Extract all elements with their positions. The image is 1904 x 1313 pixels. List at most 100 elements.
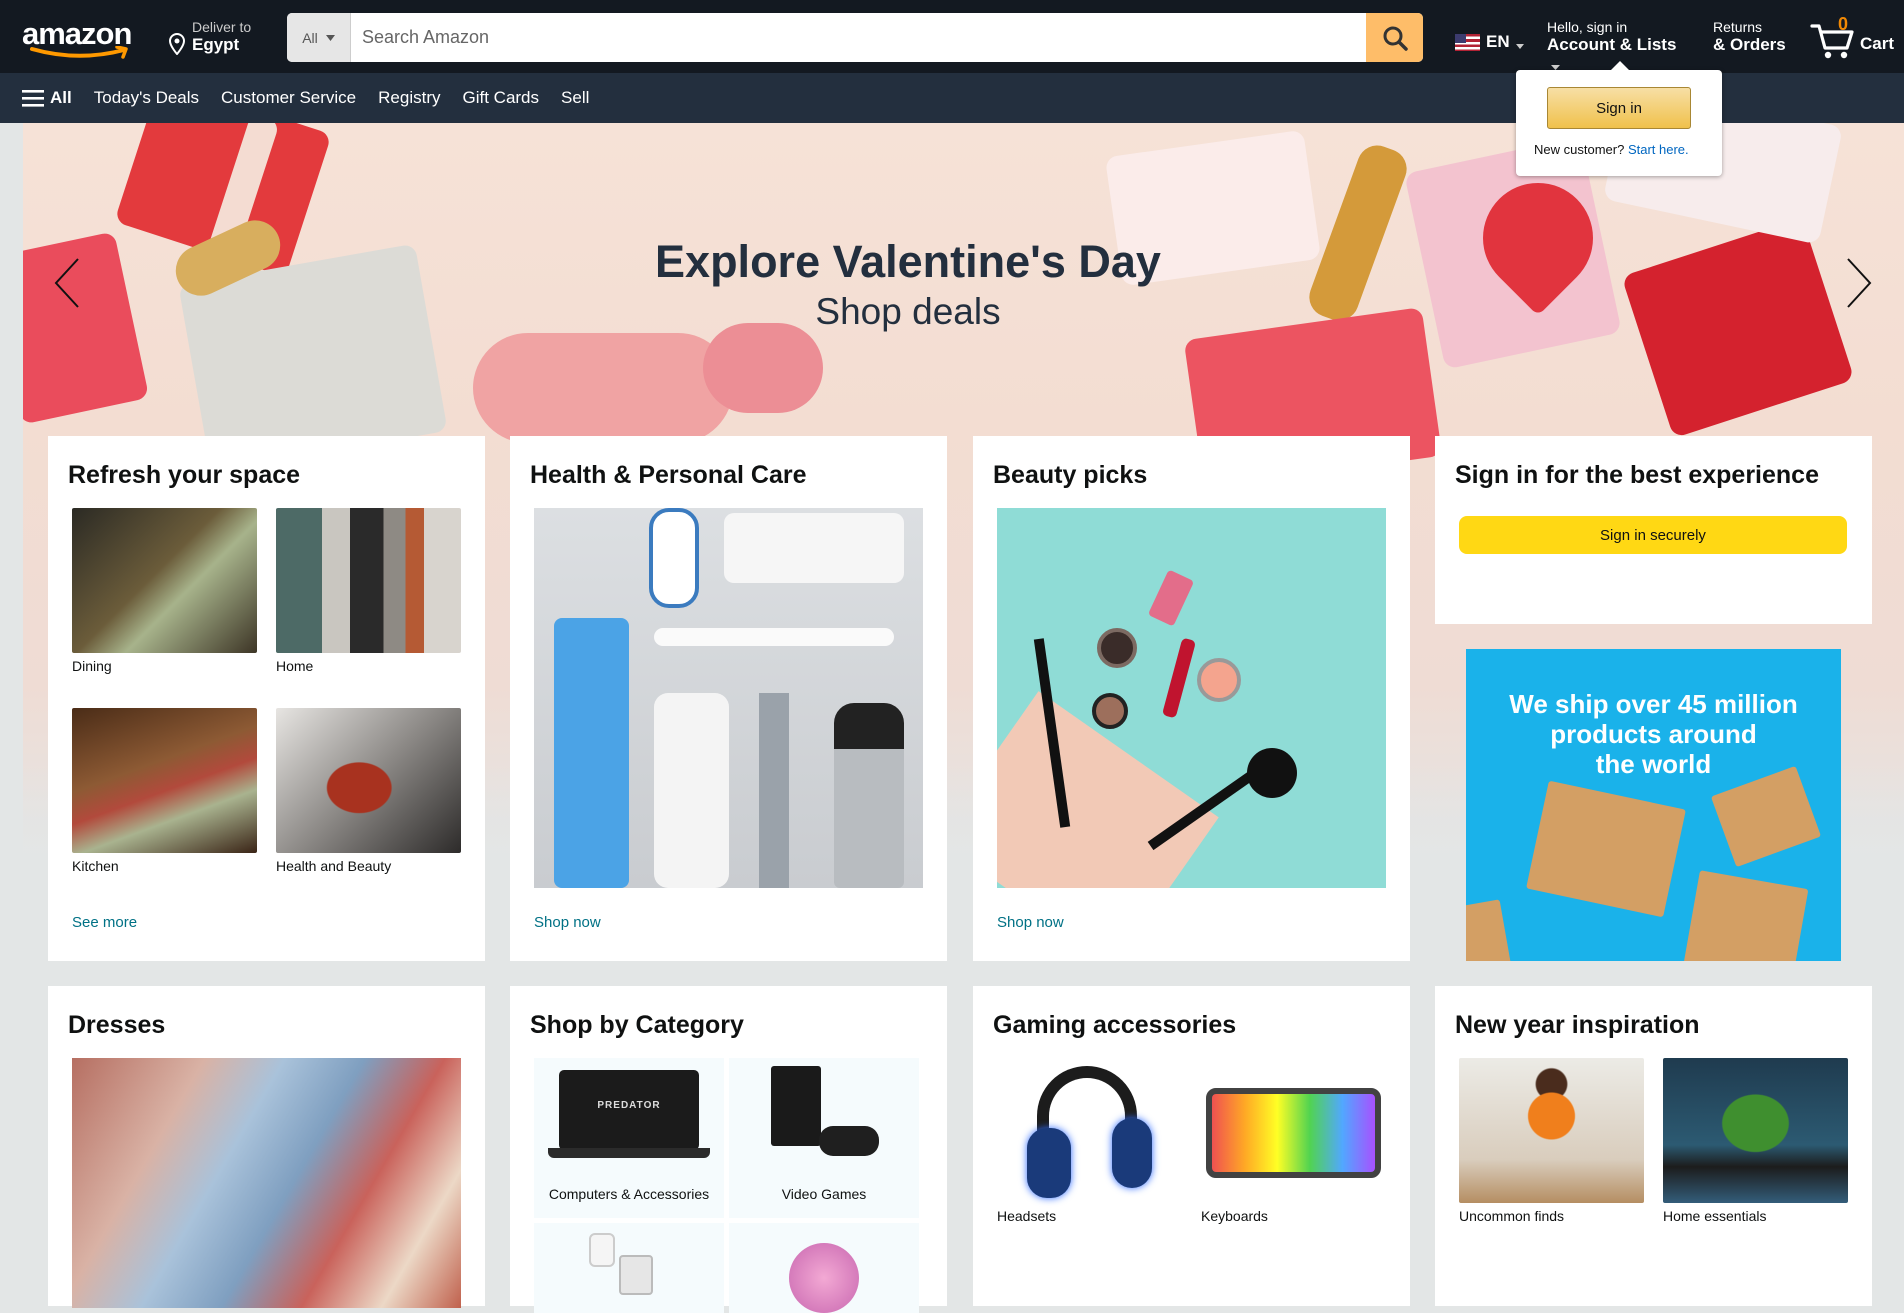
blush: [1197, 658, 1241, 702]
caret-down-icon: [1515, 43, 1524, 49]
beauty-products-image[interactable]: [997, 508, 1386, 888]
language-selector[interactable]: EN: [1455, 30, 1524, 54]
toy-ball-image: [789, 1243, 859, 1313]
tile-dining[interactable]: Dining: [72, 508, 257, 674]
tile-label: Uncommon finds: [1459, 1208, 1565, 1224]
start-here-link[interactable]: Start here.: [1628, 142, 1689, 157]
tile-label: Health and Beauty: [276, 858, 392, 874]
us-flag-icon: [1455, 33, 1480, 51]
health-products-image[interactable]: [534, 508, 923, 888]
console-image: [771, 1066, 821, 1146]
box-icon: [1683, 870, 1809, 961]
returns-label: Returns: [1713, 19, 1763, 35]
rgb-keys: [1206, 1088, 1381, 1178]
tile-health-and-beauty[interactable]: Health and Beauty: [276, 708, 461, 874]
search-icon: [1383, 26, 1408, 51]
sign-in-securely-button[interactable]: Sign in securely: [1459, 516, 1847, 554]
card-title: Gaming accessories: [993, 1011, 1237, 1039]
tube: [724, 513, 904, 583]
tile-keyboards[interactable]: Keyboards: [1201, 1058, 1386, 1224]
carousel-next-arrow-icon[interactable]: [1838, 253, 1878, 313]
search-input[interactable]: [351, 13, 1366, 62]
category-label: Video Games: [781, 1186, 867, 1202]
see-more-link[interactable]: See more: [72, 914, 137, 931]
card-beauty-picks: Beauty picks Shop now: [973, 436, 1410, 961]
tile-home[interactable]: Home: [276, 508, 461, 674]
search-bar: All: [287, 13, 1423, 62]
deliver-to[interactable]: Deliver to Egypt: [166, 19, 266, 59]
nail-polish: [1147, 569, 1195, 627]
category-video-games[interactable]: Video Games: [729, 1058, 919, 1218]
card-health-personal-care: Health & Personal Care Shop now: [510, 436, 947, 961]
tile-label: Kitchen: [72, 858, 119, 874]
box-icon: [1710, 765, 1822, 868]
cart-icon: [1810, 24, 1854, 59]
box-icon: [1526, 780, 1686, 918]
carousel-prev-arrow-icon[interactable]: [48, 253, 88, 313]
amazon-logo[interactable]: amazon: [22, 18, 146, 60]
tile-home-essentials[interactable]: Home essentials: [1663, 1058, 1848, 1224]
deliver-country: Egypt: [192, 35, 240, 54]
ship-line-2: products around: [1550, 719, 1757, 749]
laptop-brand-logo: PREDATOR: [597, 1100, 661, 1111]
lipstick: [1161, 637, 1197, 719]
card-title: Dresses: [68, 1011, 166, 1039]
box-icon: [1466, 899, 1512, 961]
laptop-base: [548, 1148, 710, 1158]
compact: [1097, 628, 1137, 668]
nav-registry[interactable]: Registry: [378, 88, 440, 108]
health-beauty-image: [276, 708, 461, 853]
hamburger-menu-icon: [22, 90, 44, 107]
category-baby[interactable]: [534, 1223, 724, 1313]
orders-label: & Orders: [1713, 35, 1786, 54]
hero-title: Explore Valentine's Day: [655, 236, 1161, 287]
razor: [759, 693, 789, 888]
shop-now-link[interactable]: Shop now: [534, 914, 601, 931]
ear-cup: [1112, 1118, 1152, 1188]
monitor-screen-image: [619, 1255, 653, 1295]
returns-orders[interactable]: Returns & Orders: [1713, 19, 1793, 55]
card-new-year-inspiration: New year inspiration Uncommon finds Home…: [1435, 986, 1872, 1306]
category-toys[interactable]: [729, 1223, 919, 1313]
ship-worldwide-ad[interactable]: We ship over 45 million products around …: [1466, 649, 1841, 961]
headset-image: [997, 1058, 1182, 1203]
popover-sign-in-button[interactable]: Sign in: [1547, 87, 1691, 129]
nav-sell[interactable]: Sell: [561, 88, 589, 108]
controller-image: [819, 1126, 879, 1156]
ear-cup: [1027, 1128, 1071, 1198]
ship-ad-text: We ship over 45 million products around …: [1466, 689, 1841, 779]
all-menu-label: All: [50, 88, 72, 107]
cart-button[interactable]: 0 Cart: [1810, 14, 1900, 62]
tile-label: Keyboards: [1201, 1208, 1268, 1224]
card-shop-by-category: Shop by Category PREDATOR Computers & Ac…: [510, 986, 947, 1313]
card-title: Sign in for the best experience: [1455, 461, 1819, 489]
tile-kitchen[interactable]: Kitchen: [72, 708, 257, 874]
tile-uncommon-finds[interactable]: Uncommon finds: [1459, 1058, 1644, 1224]
search-category-select[interactable]: All: [287, 13, 351, 62]
kitchen-image: [72, 708, 257, 853]
nav-gift-cards[interactable]: Gift Cards: [463, 88, 540, 108]
card-title: Health & Personal Care: [530, 461, 807, 489]
tile-label: Dining: [72, 658, 112, 674]
all-menu-button[interactable]: All: [22, 88, 72, 108]
cart-count: 0: [1838, 14, 1849, 34]
dining-image: [72, 508, 257, 653]
new-customer-text: New customer? Start here.: [1534, 142, 1689, 157]
new-customer-label: New customer?: [1534, 142, 1625, 157]
search-button[interactable]: [1366, 13, 1423, 62]
language-code: EN: [1486, 32, 1510, 51]
ship-line-1: We ship over 45 million: [1509, 689, 1798, 719]
nav-todays-deals[interactable]: Today's Deals: [94, 88, 199, 108]
card-title: Shop by Category: [530, 1011, 744, 1039]
tile-label: Home: [276, 658, 314, 674]
tile-headsets[interactable]: Headsets: [997, 1058, 1182, 1224]
category-computers[interactable]: PREDATOR Computers & Accessories: [534, 1058, 724, 1218]
dresses-image[interactable]: [72, 1058, 461, 1308]
card-sign-in: Sign in for the best experience Sign in …: [1435, 436, 1872, 624]
shop-now-link[interactable]: Shop now: [997, 914, 1064, 931]
nav-customer-service[interactable]: Customer Service: [221, 88, 356, 108]
cart-label: Cart: [1860, 34, 1895, 53]
blue-bottle: [554, 618, 629, 888]
keyboard-image: [1201, 1058, 1386, 1203]
brush-head: [1247, 748, 1297, 798]
